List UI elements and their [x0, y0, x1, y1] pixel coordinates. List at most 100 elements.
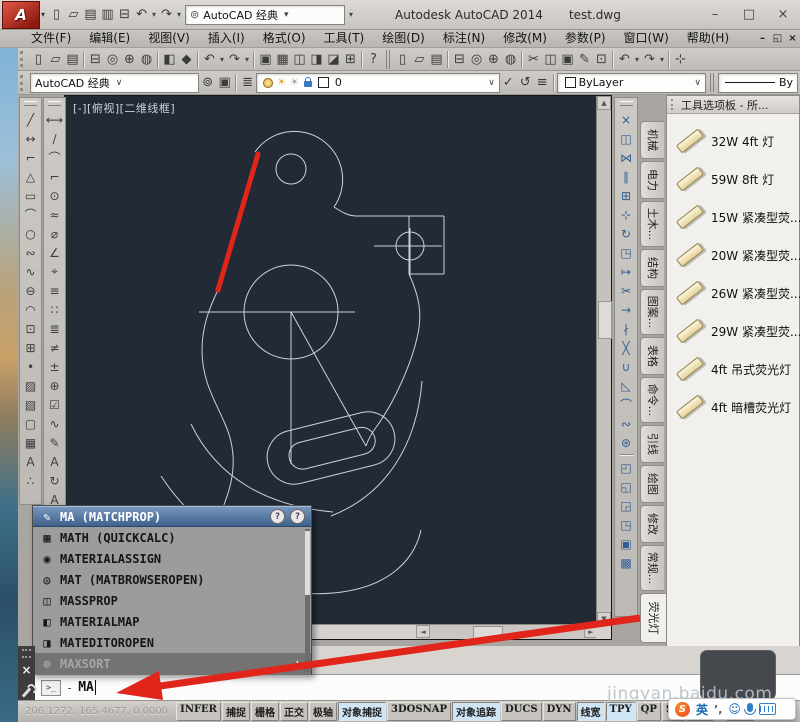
paste-button[interactable]: ▣ — [559, 50, 576, 69]
status-toggle-4[interactable]: 正交 — [280, 702, 308, 721]
palette-item-8[interactable]: 4ft 暗槽荧光灯 — [667, 388, 799, 426]
qnew-2-button[interactable]: ▯ — [394, 50, 411, 69]
status-toggle-11[interactable]: 线宽 — [576, 702, 605, 721]
palette-item-3[interactable]: 15W 紧凑型荧... — [667, 198, 800, 236]
palette-header[interactable]: 工具选项板 - 所... — [667, 96, 799, 114]
attach-dwf-button[interactable]: ◧ — [161, 50, 178, 69]
tool-make-block[interactable]: ⊞ — [21, 338, 40, 357]
layer-on-bulb-icon[interactable] — [262, 77, 273, 88]
status-toggle-12[interactable]: TPY — [605, 702, 636, 721]
linetype-combo[interactable]: By — [717, 72, 798, 93]
customize-wrench-icon[interactable] — [21, 687, 32, 698]
tool-join[interactable]: ∪ — [617, 357, 636, 376]
tool-move[interactable]: ⊹ — [617, 205, 636, 224]
punctuation-toggle[interactable]: ’, — [714, 703, 722, 716]
tool-chamfer[interactable]: ◺ — [617, 376, 636, 395]
autocomplete-scroll-thumb[interactable] — [305, 531, 310, 595]
microphone-icon[interactable] — [743, 703, 756, 715]
tool-dim-space[interactable]: ≣ — [45, 319, 64, 338]
qat-overflow-button[interactable]: ▾ — [347, 5, 355, 24]
autocomplete-row-2[interactable]: ▦ MATH (QUICKCALC) — [33, 527, 311, 548]
tool-mirror[interactable]: ⋈ — [617, 148, 636, 167]
tool-dim-break[interactable]: ≠ — [45, 338, 64, 357]
tool-dim-diameter[interactable]: ⌀ — [45, 224, 64, 243]
tool-arc[interactable]: ⌒ — [21, 205, 40, 224]
redo-button[interactable]: ↷ — [158, 5, 175, 24]
layer-previous-button[interactable]: ↺ — [517, 73, 534, 92]
designcenter-button[interactable]: ▦ — [274, 50, 291, 69]
tool-dim-ordinate[interactable]: ⌐ — [45, 167, 64, 186]
qnew-button[interactable]: ▯ — [30, 50, 47, 69]
undo-2-button[interactable]: ↶ — [616, 50, 633, 69]
tool-stretch[interactable]: ↦ — [617, 262, 636, 281]
menu-item-1[interactable]: 文件(F) — [22, 30, 80, 47]
palette-item-4[interactable]: 20W 紧凑型荧... — [667, 236, 800, 274]
undo-dropdown-button[interactable]: ▾ — [218, 50, 226, 69]
tool-explode[interactable]: ⊛ — [617, 433, 636, 452]
tool-dim-jogged[interactable]: ≈ — [45, 205, 64, 224]
tool-dim-inspect[interactable]: ☑ — [45, 395, 64, 414]
tool-dim-aligned[interactable]: ∕ — [45, 129, 64, 148]
match-properties-button[interactable]: ✎ — [576, 50, 593, 69]
qnew-button[interactable]: ▯ — [48, 5, 65, 24]
tool-fillet[interactable]: ⌒ — [617, 395, 636, 414]
scroll-up-button[interactable]: ▲ — [597, 96, 611, 110]
menu-item-9[interactable]: 修改(M) — [494, 30, 556, 47]
tool-break-at-point[interactable]: ∤ — [617, 319, 636, 338]
tool-gradient[interactable]: ▧ — [21, 395, 40, 414]
toolbar-grip[interactable] — [20, 51, 26, 67]
undo-dropdown-button[interactable]: ▾ — [150, 5, 158, 24]
plot-button[interactable]: ⊟ — [87, 50, 104, 69]
status-toggle-1[interactable]: INFER — [176, 702, 221, 721]
command-window-close-icon[interactable]: × — [21, 663, 31, 677]
save-workspace-button[interactable]: ▣ — [216, 73, 233, 92]
tool-hatch[interactable]: ▨ — [21, 376, 40, 395]
toolbar-grip[interactable] — [20, 74, 26, 91]
palette-item-2[interactable]: 59W 8ft 灯 — [667, 160, 799, 198]
palette-item-7[interactable]: 4ft 吊式荧光灯 — [667, 350, 799, 388]
close-button[interactable]: × — [766, 7, 800, 22]
viewport-controls-label[interactable]: [-][俯视][二维线框] — [73, 100, 175, 116]
menu-item-3[interactable]: 视图(V) — [139, 30, 199, 47]
tool-tolerance[interactable]: ± — [45, 357, 64, 376]
markup-manager-button[interactable]: ◪ — [325, 50, 342, 69]
toolbar-grip[interactable] — [619, 101, 633, 106]
autocomplete-row-5[interactable]: ◫ MASSPROP — [33, 590, 311, 611]
palette-tab-12[interactable]: 荧光灯 — [640, 593, 666, 643]
tool-dim-update[interactable]: ↻ — [45, 471, 64, 490]
block-editor-button[interactable]: ⊡ — [593, 50, 610, 69]
tool-region[interactable]: ▢ — [21, 414, 40, 433]
redo-2-button[interactable]: ↷ — [641, 50, 658, 69]
tool-table[interactable]: ▦ — [21, 433, 40, 452]
recent-commands-icon[interactable]: - — [66, 681, 73, 695]
status-toggle-6[interactable]: 对象捕捉 — [338, 702, 386, 721]
tool-dim-continue[interactable]: ∷ — [45, 300, 64, 319]
tool-send-to-back[interactable]: ◱ — [617, 477, 636, 496]
autocomplete-row-7[interactable]: ◨ MATEDITOROPEN — [33, 632, 311, 653]
palette-tab-6[interactable]: 表格 — [640, 337, 664, 375]
open-button[interactable]: ▱ — [47, 50, 64, 69]
tool-revision-cloud[interactable]: ∾ — [21, 243, 40, 262]
autocomplete-row-3[interactable]: ◉ MATERIALASSIGN — [33, 548, 311, 569]
palette-tab-11[interactable]: 常规... — [640, 545, 664, 591]
tool-copy[interactable]: ◫ — [617, 129, 636, 148]
save-2-button[interactable]: ▤ — [428, 50, 445, 69]
tool-erase[interactable]: × — [617, 110, 636, 129]
tool-trim[interactable]: ✂ — [617, 281, 636, 300]
properties-palette-button[interactable]: ▣ — [257, 50, 274, 69]
export-dwf-button[interactable]: ◍ — [138, 50, 155, 69]
copy-clip-button[interactable]: ◫ — [542, 50, 559, 69]
tool-polygon[interactable]: △ — [21, 167, 40, 186]
menu-item-6[interactable]: 工具(T) — [315, 30, 374, 47]
tool-dim-linear[interactable]: ⟷ — [45, 110, 64, 129]
tool-bring-above[interactable]: ◲ — [617, 496, 636, 515]
open-button[interactable]: ▱ — [65, 5, 82, 24]
pan-button[interactable]: ⊹ — [672, 50, 689, 69]
tool-dim-radius[interactable]: ⊙ — [45, 186, 64, 205]
toolbar-grip[interactable] — [48, 101, 61, 106]
export-dwf-2-button[interactable]: ◍ — [502, 50, 519, 69]
palette-tab-8[interactable]: 引线 — [640, 425, 664, 463]
status-toggle-5[interactable]: 极轴 — [309, 702, 337, 721]
save-button[interactable]: ▤ — [82, 5, 99, 24]
tool-dim-angular[interactable]: ∠ — [45, 243, 64, 262]
